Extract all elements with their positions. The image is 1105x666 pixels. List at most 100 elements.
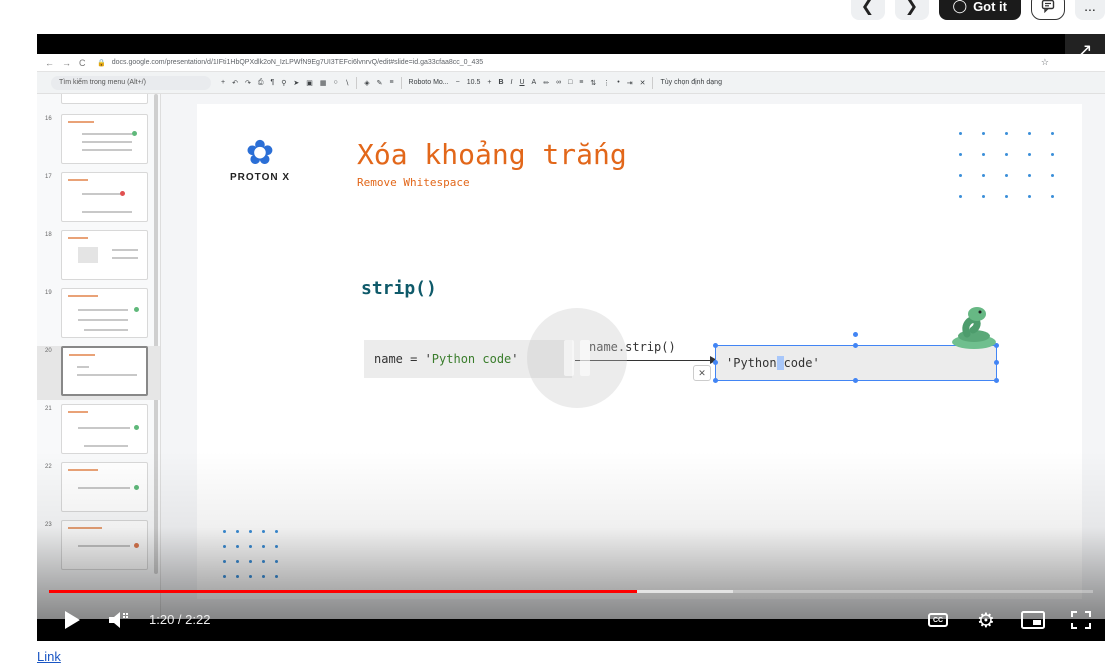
redo-icon: ↷	[244, 79, 251, 87]
list-icon: ⋮	[603, 79, 611, 87]
thumbnail-row: 16	[37, 114, 160, 168]
textbox-icon: ▣	[306, 79, 313, 87]
add-icon: +	[221, 79, 226, 86]
thumbnail-active	[61, 346, 148, 396]
pen-icon: ✎	[376, 79, 383, 87]
proton-logo-icon: ✿	[245, 134, 275, 172]
resize-handle[interactable]	[713, 378, 718, 383]
captions-button[interactable]: CC	[925, 608, 951, 632]
fullscreen-button[interactable]	[1067, 608, 1095, 632]
image-icon: ▦	[319, 79, 327, 87]
resize-handle[interactable]	[713, 343, 718, 348]
got-it-button[interactable]: ◯ Got it	[938, 0, 1021, 20]
font-size-plus: +	[487, 79, 492, 86]
feedback-icon	[1041, 0, 1055, 13]
zoom-icon: ⚲	[281, 79, 287, 87]
code-prefix: name = '	[374, 352, 432, 366]
pause-overlay-icon	[527, 308, 627, 408]
player-controls: 1:20 / 2:22 CC ⚙	[37, 600, 1105, 640]
font-size: 10.5	[466, 79, 481, 86]
prev-button[interactable]: ❮	[850, 0, 885, 20]
feedback-button[interactable]	[1031, 0, 1065, 20]
resize-handle[interactable]	[994, 360, 999, 365]
code-suffix: '	[511, 352, 519, 366]
slide-subtitle: Remove Whitespace	[357, 176, 470, 189]
menu-search: Tìm kiếm trong menu (Alt+/)	[51, 75, 211, 90]
spellcheck-off-icon[interactable]: ✕	[693, 365, 711, 381]
link[interactable]: Link	[37, 649, 61, 664]
time-display: 1:20 / 2:22	[149, 612, 211, 627]
function-name: strip()	[361, 278, 437, 299]
border-icon: ≡	[389, 79, 394, 86]
browser-url-bar: ← → C 🔒 docs.google.com/presentation/d/1…	[37, 54, 1105, 72]
browser-nav: ← → C	[37, 58, 97, 68]
result-part-1: 'Python	[726, 356, 777, 370]
volume-button[interactable]	[105, 608, 135, 632]
italic-icon: I	[510, 79, 513, 86]
logo-text: PROTON X	[229, 172, 291, 183]
more-button[interactable]: ...	[1075, 0, 1105, 20]
resize-handle[interactable]	[853, 332, 858, 337]
decorative-dots-top	[959, 132, 1054, 198]
thumbnail-row: 20	[37, 346, 160, 400]
paint-format-icon: ¶	[270, 79, 275, 86]
comment-icon: □	[568, 79, 573, 86]
shape-icon: ○	[333, 79, 338, 86]
thumbnail	[61, 230, 148, 280]
line-icon: ∖	[344, 79, 350, 87]
font-size-minus: −	[455, 79, 460, 86]
volume-muted-icon	[109, 612, 128, 628]
resize-handle[interactable]	[994, 378, 999, 383]
thumbnail-number: 21	[45, 406, 52, 412]
play-button[interactable]	[59, 608, 85, 632]
captions-icon: CC	[928, 613, 948, 627]
gear-icon: ⚙	[977, 609, 995, 632]
fill-icon: ◈	[364, 79, 370, 87]
miniplayer-button[interactable]	[1019, 608, 1047, 632]
result-part-2: code'	[783, 356, 820, 370]
text-color-icon: A	[531, 79, 537, 86]
video-player[interactable]: ↗ ← → C 🔒 docs.google.com/presentation/d…	[37, 34, 1105, 641]
thumbnail-number: 16	[45, 116, 52, 122]
play-icon	[65, 611, 80, 629]
got-it-label: Got it	[973, 0, 1007, 14]
slide-title: Xóa khoảng trắng	[357, 138, 627, 171]
progress-bar[interactable]	[49, 590, 1093, 593]
top-controls: ❮ ❯ ◯ Got it ...	[850, 0, 1105, 20]
thumbnail	[61, 404, 148, 454]
thumbnail-row: 21	[37, 404, 160, 458]
align-icon: ≡	[579, 79, 584, 86]
divider	[652, 76, 654, 89]
highlight-icon: ✏	[543, 79, 550, 87]
python-snake-icon	[952, 307, 996, 349]
thumbnail	[61, 172, 148, 222]
undo-icon: ↶	[232, 79, 238, 87]
thumbnail-row	[37, 94, 160, 108]
resize-handle[interactable]	[853, 378, 858, 383]
reload-icon: C	[79, 57, 86, 68]
page: ❮ ❯ ◯ Got it ... ↗ ← → C 🔒 docs.google.c…	[0, 0, 1105, 666]
print-icon: ⎙	[257, 78, 264, 86]
bullets-icon: •	[617, 79, 620, 86]
toolbar-tools: + ↶ ↷ ⎙ ¶ ⚲ ➤ ▣ ▦ ○ ∖ ◈ ✎ ≡ Roboto Mo...…	[221, 76, 722, 89]
thumbnail-row: 18	[37, 230, 160, 284]
bold-icon: B	[498, 79, 504, 86]
miniplayer-icon	[1021, 611, 1045, 629]
fullscreen-icon	[1071, 611, 1091, 629]
resize-handle[interactable]	[853, 343, 858, 348]
font-select: Roboto Mo...	[408, 79, 449, 86]
url-text: docs.google.com/presentation/d/1IFti1HbQ…	[111, 59, 484, 66]
lock-icon: 🔒	[97, 59, 106, 67]
logo: ✿ PROTON X	[225, 134, 295, 183]
thumbnail-number: 18	[45, 232, 52, 238]
divider	[400, 76, 402, 89]
settings-button[interactable]: ⚙	[973, 608, 999, 632]
next-button[interactable]: ❯	[894, 0, 929, 20]
clear-format-icon: ✕	[639, 79, 646, 87]
chevron-right-icon: ❯	[904, 0, 919, 15]
link-icon: ∞	[556, 79, 562, 86]
select-icon: ➤	[293, 79, 300, 87]
thumbnail	[61, 94, 148, 104]
code-string: Python code	[431, 352, 512, 366]
resize-handle[interactable]	[713, 360, 718, 365]
